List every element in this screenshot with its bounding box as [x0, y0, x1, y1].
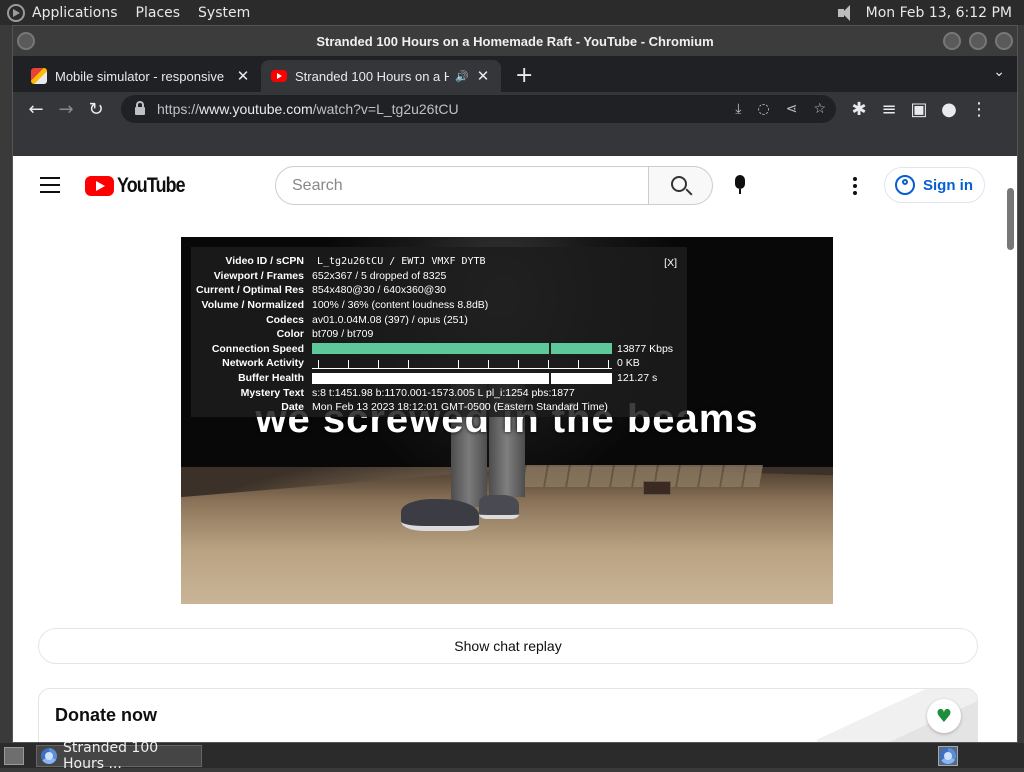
url-text[interactable]: https://www.youtube.com/watch?v=L_tg2u26… [157, 101, 719, 117]
video-player[interactable]: we screwed in the beams [X] Video ID / s… [181, 237, 833, 604]
close-tab-icon[interactable]: ✕ [475, 67, 491, 85]
stat-row-connection-speed: Connection Speed 13877 Kbps [211, 342, 674, 355]
tracking-blocked-eye-icon[interactable]: ◌ [757, 101, 769, 117]
page-scrollbar-thumb[interactable] [1007, 188, 1014, 250]
system-menu[interactable]: System [198, 5, 250, 21]
connection-speed-graph [312, 343, 612, 355]
stats-for-nerds-panel: [X] Video ID / sCPN L_tg2u26tCU / EWTJ VM… [191, 247, 687, 417]
close-window-icon[interactable] [995, 32, 1013, 50]
sign-in-button[interactable]: Sign in [884, 167, 985, 203]
show-chat-replay-button[interactable]: Show chat replay [38, 628, 978, 664]
applications-menu[interactable]: Applications [32, 5, 118, 21]
tab-title: Stranded 100 Hours on a H [295, 68, 449, 84]
sign-in-label: Sign in [923, 176, 973, 194]
stat-row-mystery-text: Mystery Text s:8 t:1451.98 b:1170.001-157… [240, 386, 575, 399]
close-stats-button[interactable]: [X] [664, 257, 677, 269]
heart-hand-icon[interactable]: ♥ [927, 699, 961, 733]
search-input[interactable]: Search [275, 166, 649, 205]
tab-search-chevron-icon[interactable]: ⌄ [993, 64, 1005, 80]
browser-menu-icon[interactable]: ⋮ [964, 94, 994, 124]
stat-row-volume: Volume / Normalized 100% / 36% (content l… [201, 299, 489, 312]
settings-kebab-icon[interactable] [853, 177, 857, 198]
youtube-play-logo-icon [85, 176, 114, 196]
tray-chromium-icon[interactable] [938, 746, 958, 766]
search-button[interactable] [649, 166, 713, 205]
back-button[interactable]: ← [21, 94, 51, 124]
profile-avatar-icon[interactable]: ● [934, 94, 964, 124]
stat-row-buffer-health: Buffer Health 121.27 s [238, 372, 658, 385]
places-menu[interactable]: Places [136, 5, 181, 21]
maximize-icon[interactable] [969, 32, 987, 50]
tab-mobile-simulator[interactable]: Mobile simulator - responsive ✕ [21, 60, 261, 92]
media-controls-icon[interactable]: ≡ [874, 94, 904, 124]
new-tab-button[interactable]: + [515, 63, 533, 88]
forward-button[interactable]: → [51, 94, 81, 124]
stat-row-resolution: Current / Optimal Res 854x480@30 / 640x36… [196, 284, 447, 297]
show-desktop-icon[interactable] [4, 746, 24, 765]
minimize-icon[interactable] [943, 32, 961, 50]
side-panel-icon[interactable]: ▣ [904, 94, 934, 124]
reload-button[interactable]: ↻ [81, 94, 111, 124]
panel-clock[interactable]: Mon Feb 13, 6:12 PM [866, 5, 1012, 21]
youtube-logo[interactable]: YouTube [85, 174, 197, 198]
buffer-health-graph [312, 372, 612, 384]
stat-row-color: Color bt709 / bt709 [276, 328, 374, 341]
stat-row-network-activity: Network Activity 0 KB [222, 357, 640, 370]
bookmark-star-icon[interactable]: ☆ [813, 101, 826, 117]
install-app-icon[interactable]: ⤓ [735, 101, 741, 117]
simulator-favicon-icon [31, 68, 47, 84]
stat-row-viewport: Viewport / Frames 652x367 / 5 dropped of … [213, 269, 447, 282]
audio-playing-icon[interactable]: 🔊 [455, 70, 469, 83]
tab-strip: Mobile simulator - responsive ✕ Stranded… [13, 56, 1017, 92]
lock-icon[interactable] [135, 101, 145, 115]
extensions-puzzle-icon[interactable]: ✱ [844, 94, 874, 124]
account-circle-icon [895, 175, 915, 195]
close-tab-icon[interactable]: ✕ [235, 67, 251, 85]
share-icon[interactable]: ⋖ [786, 101, 798, 117]
donate-shelf: Donate now ♥ [38, 688, 978, 742]
stat-row-video-id: Video ID / sCPN L_tg2u26tCU / EWTJ VMXF D… [225, 255, 486, 268]
browser-toolbar: ← → ↻ https://www.youtube.com/watch?v=L_… [13, 92, 1017, 126]
guide-menu-icon[interactable] [40, 177, 60, 193]
tab-youtube-video[interactable]: Stranded 100 Hours on a H 🔊 ✕ [261, 60, 501, 92]
taskbar-window-label: Stranded 100 Hours ... [63, 739, 159, 772]
volume-icon[interactable] [836, 4, 856, 22]
voice-search-mic-icon[interactable] [735, 175, 745, 194]
chromium-icon [41, 747, 57, 764]
browser-window: Stranded 100 Hours on a Homemade Raft - … [12, 25, 1018, 743]
distro-logo-icon[interactable] [7, 3, 25, 22]
stat-row-date: Date Mon Feb 13 2023 18:12:01 GMT-0500 (E… [281, 401, 608, 414]
stat-row-codecs: Codecs av01.0.04M.08 (397) / opus (251) [266, 313, 468, 326]
youtube-masthead: YouTube Search Sign in [13, 156, 1017, 214]
bottom-panel: Stranded 100 Hours ... [0, 740, 1024, 772]
bookmarks-bar-area [13, 126, 1017, 156]
youtube-favicon-icon [271, 70, 287, 82]
youtube-page: YouTube Search Sign in we screwed in the… [13, 156, 1017, 742]
taskbar-window-button[interactable]: Stranded 100 Hours ... [36, 740, 202, 772]
window-title: Stranded 100 Hours on a Homemade Raft - … [316, 33, 714, 49]
network-activity-graph [312, 358, 612, 369]
window-menu-icon[interactable] [17, 32, 35, 50]
search-icon [671, 176, 687, 192]
address-bar[interactable]: https://www.youtube.com/watch?v=L_tg2u26… [121, 95, 836, 123]
window-titlebar[interactable]: Stranded 100 Hours on a Homemade Raft - … [13, 26, 1017, 56]
top-panel: Applications Places System Mon Feb 13, 6… [0, 0, 1024, 25]
youtube-logo-text: YouTube [117, 174, 186, 197]
donate-title: Donate now [55, 705, 157, 725]
tab-title: Mobile simulator - responsive [55, 68, 225, 84]
